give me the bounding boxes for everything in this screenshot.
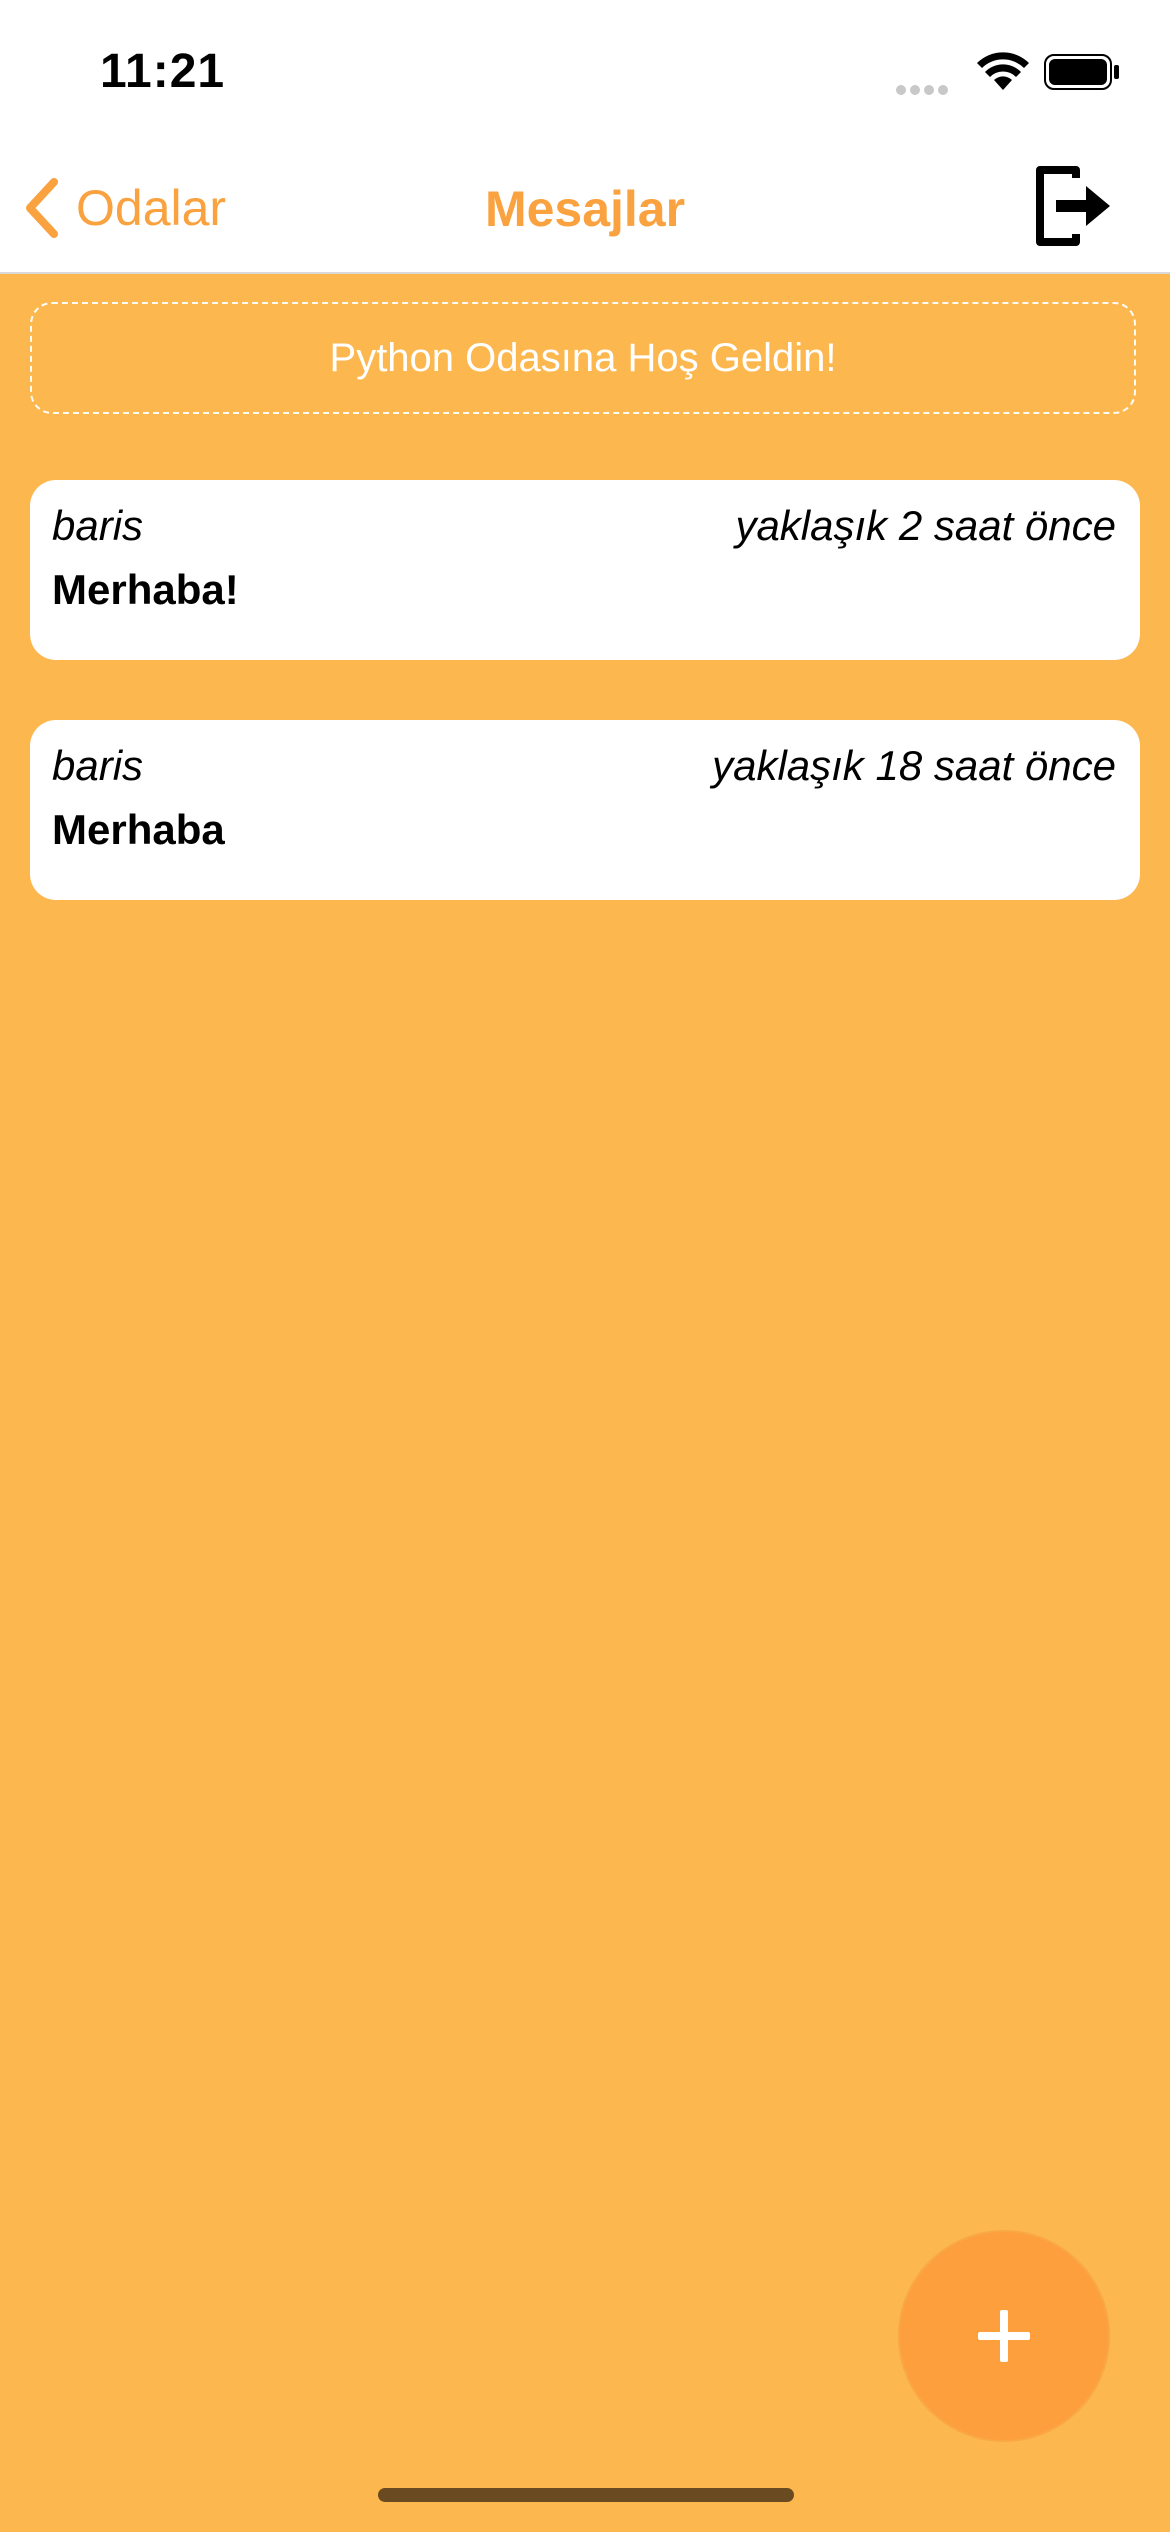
navigation-bar: Odalar Mesajlar bbox=[0, 140, 1170, 274]
message-text: Merhaba! bbox=[52, 566, 239, 613]
message-author: baris bbox=[52, 742, 144, 789]
message-timestamp: yaklaşık 2 saat önce bbox=[735, 502, 1116, 549]
status-time: 11:21 bbox=[100, 45, 226, 98]
page-title: Mesajlar bbox=[484, 181, 686, 237]
message-author: baris bbox=[52, 502, 144, 549]
plus-icon bbox=[978, 2310, 1030, 2362]
message-card[interactable]: baris yaklaşık 18 saat önce Merhaba bbox=[30, 720, 1140, 900]
cellular-signal-icon bbox=[896, 82, 952, 100]
logout-icon bbox=[1036, 166, 1110, 246]
message-timestamp: yaklaşık 18 saat önce bbox=[712, 742, 1116, 789]
wifi-icon bbox=[977, 52, 1029, 90]
home-indicator[interactable] bbox=[378, 2488, 794, 2502]
status-bar: 11:21 bbox=[0, 0, 1170, 140]
message-text: Merhaba bbox=[52, 806, 225, 853]
logout-button[interactable] bbox=[1034, 164, 1114, 248]
message-card[interactable]: baris yaklaşık 2 saat önce Merhaba! bbox=[30, 480, 1140, 660]
add-message-button[interactable] bbox=[900, 2232, 1108, 2440]
welcome-text: Python Odasına Hoş Geldin! bbox=[329, 335, 837, 380]
welcome-banner: Python Odasına Hoş Geldin! bbox=[30, 302, 1136, 414]
battery-icon bbox=[1044, 54, 1119, 90]
